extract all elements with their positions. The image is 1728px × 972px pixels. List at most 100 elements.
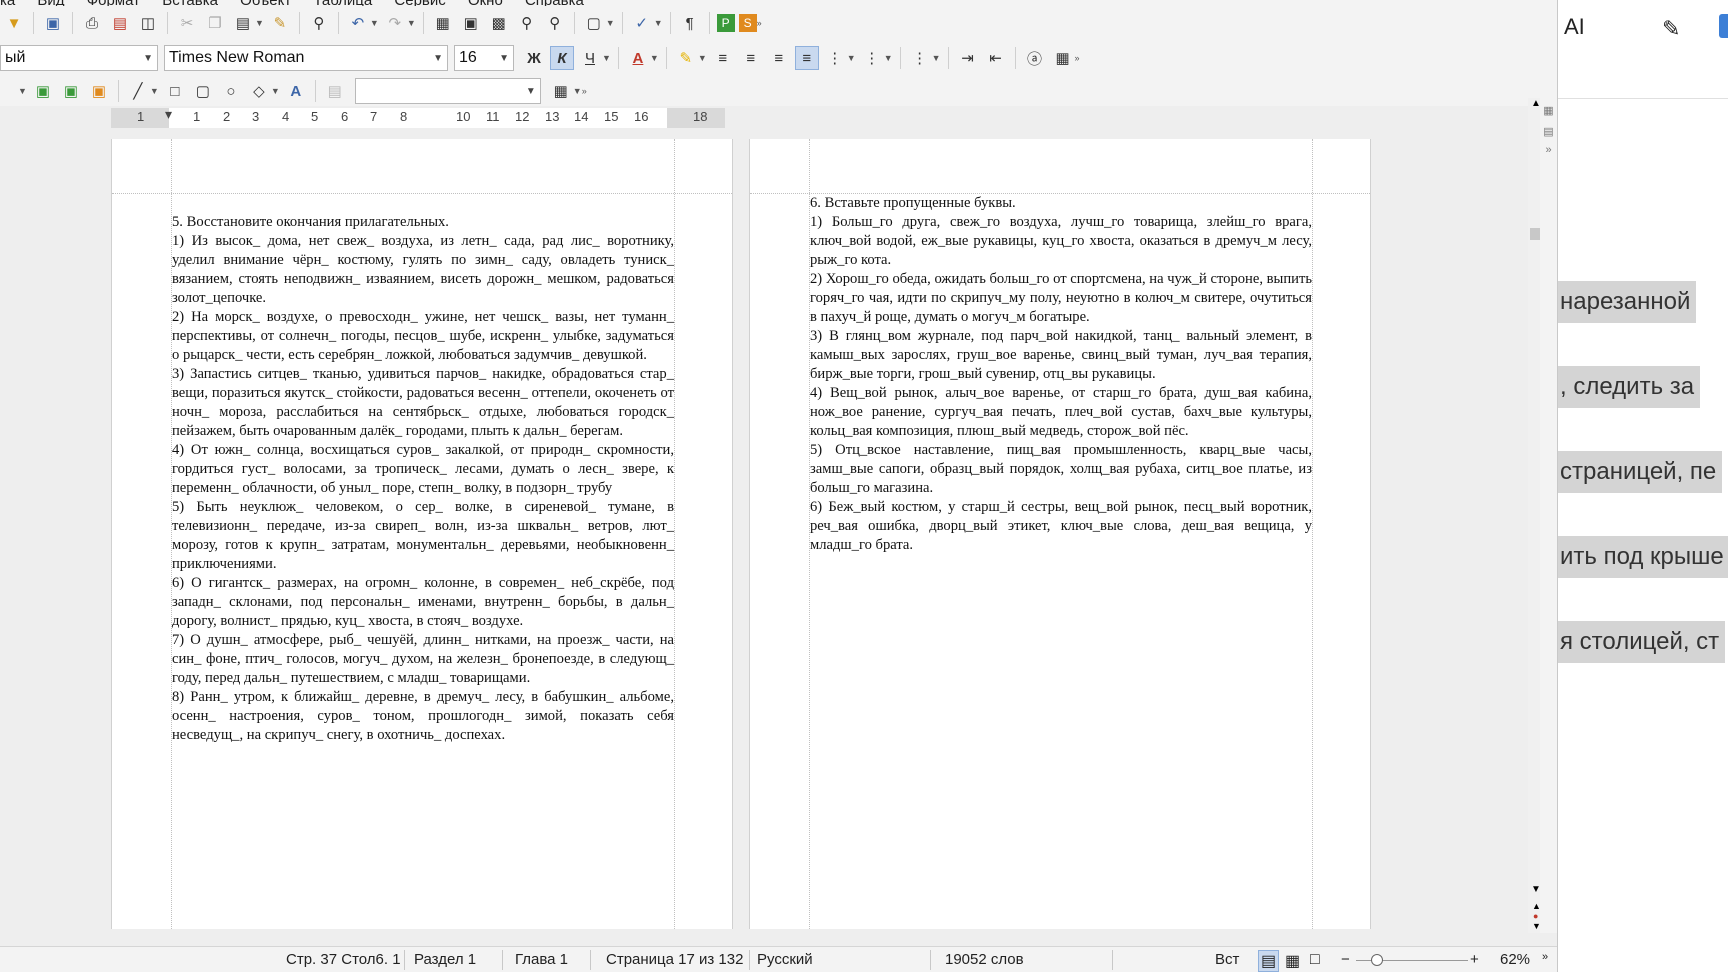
status-position[interactable]: Стр. 37 Стол6. 1 [286, 951, 401, 968]
frame-box-icon[interactable]: ▣ [87, 79, 111, 103]
rounded-rectangle-icon[interactable]: ▢ [191, 79, 215, 103]
highlight-icon[interactable]: ✎ [674, 46, 698, 70]
open-icon[interactable]: ▼ [2, 11, 26, 35]
paragraph-icon[interactable]: ▦ [1051, 46, 1075, 70]
decrease-indent-icon[interactable]: ⇤ [984, 46, 1008, 70]
book-view-icon[interactable]: □ [1310, 951, 1320, 969]
zoom-level[interactable]: 62% [1500, 951, 1530, 968]
clone-format-icon[interactable]: ✎ [268, 11, 292, 35]
ruler-indent-marker[interactable]: ▾ [165, 106, 172, 123]
zoom-out-icon[interactable]: − [1341, 951, 1350, 968]
navigate-dot-icon[interactable]: ● [1533, 911, 1538, 921]
ellipse-icon[interactable]: ○ [219, 79, 243, 103]
app-icon[interactable] [1719, 14, 1728, 38]
exercise-item: 4) От южн_ солнца, восхищаться суров_ за… [172, 442, 674, 496]
zoom-slider-thumb[interactable] [1371, 954, 1383, 966]
chevron-down-icon[interactable]: ▼ [370, 18, 379, 28]
chevron-down-icon[interactable]: ▼ [602, 53, 611, 63]
status-section: Раздел 1 [414, 951, 477, 968]
align-center-icon[interactable]: ≡ [739, 46, 763, 70]
translate-icon[interactable]: ✎ [1662, 16, 1680, 42]
status-page[interactable]: Страница 17 из 132 [606, 951, 743, 968]
chevron-down-icon[interactable]: ▼ [271, 86, 280, 96]
chart-box-icon[interactable]: ▣ [59, 79, 83, 103]
print-icon[interactable]: ⎙ [80, 11, 104, 35]
single-page-view-icon[interactable]: ▤ [1258, 950, 1280, 972]
pilcrow-icon[interactable]: ¶ [678, 11, 702, 35]
more-icon[interactable]: » [1075, 53, 1080, 63]
underline-button[interactable]: Ч [578, 46, 602, 70]
anchor-icon[interactable]: ▤ [323, 79, 347, 103]
paragraph-style-select[interactable]: ый ▼ [0, 45, 158, 71]
save-icon[interactable]: ▣ [41, 11, 65, 35]
chevron-down-icon[interactable]: ▼ [407, 18, 416, 28]
borders-icon[interactable]: ▦ [549, 79, 573, 103]
zoom-in-icon[interactable]: + [1470, 951, 1479, 968]
page-right-text[interactable]: 6. Вставьте пропущенные буквы. 1) Больш_… [810, 194, 1312, 555]
p-box-icon[interactable]: ▣ [31, 79, 55, 103]
paste-icon[interactable]: ▤ [231, 11, 255, 35]
properties-icon[interactable]: ▦ [1540, 104, 1557, 117]
status-language[interactable]: Русский [757, 951, 813, 968]
chevron-down-icon[interactable]: ▼ [255, 18, 264, 28]
bold-button[interactable]: Ж [522, 46, 546, 70]
font-size-select[interactable]: 16 ▼ [454, 45, 514, 71]
more-icon[interactable]: » [1542, 951, 1548, 963]
chevron-down-icon[interactable]: ▼ [847, 53, 856, 63]
chart-icon[interactable]: ▩ [487, 11, 511, 35]
fontwork-icon[interactable]: A [284, 79, 308, 103]
table-icon[interactable]: ▦ [431, 11, 455, 35]
s-extension-icon[interactable]: S [738, 14, 757, 32]
more-icon[interactable]: » [757, 18, 762, 28]
line-icon[interactable]: ╱ [126, 79, 150, 103]
align-right-icon[interactable]: ≡ [767, 46, 791, 70]
cut-icon[interactable]: ✂ [175, 11, 199, 35]
chevron-down-icon[interactable]: ▼ [698, 53, 707, 63]
navigator-icon[interactable]: ⚲ [543, 11, 567, 35]
status-word-count[interactable]: 19052 слов [945, 951, 1024, 968]
italic-button[interactable]: К [550, 46, 574, 70]
status-insert-mode[interactable]: Вст [1215, 951, 1239, 968]
object-name-select[interactable]: ▼ [354, 78, 541, 104]
more-icon[interactable]: » [1540, 144, 1557, 156]
separator [337, 12, 339, 34]
chevron-down-icon[interactable]: ▼ [150, 86, 159, 96]
redo-icon[interactable]: ↷ [383, 11, 407, 35]
more-icon[interactable]: » [582, 86, 587, 96]
page-left-text[interactable]: 5. Восстановите окончания прилагательных… [172, 213, 674, 745]
ai-label[interactable]: AI [1564, 14, 1585, 40]
print-preview-icon[interactable]: ◫ [136, 11, 160, 35]
chevron-down-icon[interactable]: ▼ [606, 18, 615, 28]
horizontal-ruler[interactable]: 1 ▾ 1 2 3 4 5 6 7 8 10 11 12 13 14 15 16… [111, 106, 725, 128]
chevron-down-icon[interactable]: ▼ [573, 86, 582, 96]
align-left-icon[interactable]: ≡ [711, 46, 735, 70]
spellcheck-icon[interactable]: ✓ [630, 11, 654, 35]
font-color-icon[interactable]: A [626, 46, 650, 70]
multi-page-view-icon[interactable]: ▦ [1285, 951, 1300, 971]
chevron-down-icon[interactable]: ▼ [884, 53, 893, 63]
chevron-down-icon[interactable]: ▼ [654, 18, 663, 28]
pdf-icon[interactable]: ▤ [108, 11, 132, 35]
undo-icon[interactable]: ↶ [346, 11, 370, 35]
separator [117, 80, 119, 102]
chevron-down-icon: ▼ [525, 85, 536, 97]
character-icon[interactable]: ⓐ [1023, 46, 1047, 70]
numbered-list-icon[interactable]: ⋮ [860, 46, 884, 70]
copy-icon[interactable]: ❐ [203, 11, 227, 35]
p-extension-icon[interactable]: P [716, 14, 735, 32]
find-replace-icon[interactable]: ⚲ [515, 11, 539, 35]
justify-icon[interactable]: ≡ [794, 46, 819, 70]
bullet-list-icon[interactable]: ⋮ [823, 46, 847, 70]
rectangle-icon[interactable]: □ [163, 79, 187, 103]
styles-icon[interactable]: ▤ [1540, 125, 1557, 138]
chevron-down-icon[interactable]: ▼ [650, 53, 659, 63]
find-icon[interactable]: ⚲ [307, 11, 331, 35]
chevron-down-icon[interactable]: ▼ [932, 53, 941, 63]
chevron-down-icon[interactable]: ▼ [18, 86, 27, 96]
increase-indent-icon[interactable]: ⇥ [956, 46, 980, 70]
font-name-select[interactable]: Times New Roman ▼ [164, 45, 448, 71]
shapes-icon[interactable]: ◇ [247, 79, 271, 103]
image-icon[interactable]: ▣ [459, 11, 483, 35]
insert-field-icon[interactable]: ▢ [582, 11, 606, 35]
outline-list-icon[interactable]: ⋮ [908, 46, 932, 70]
